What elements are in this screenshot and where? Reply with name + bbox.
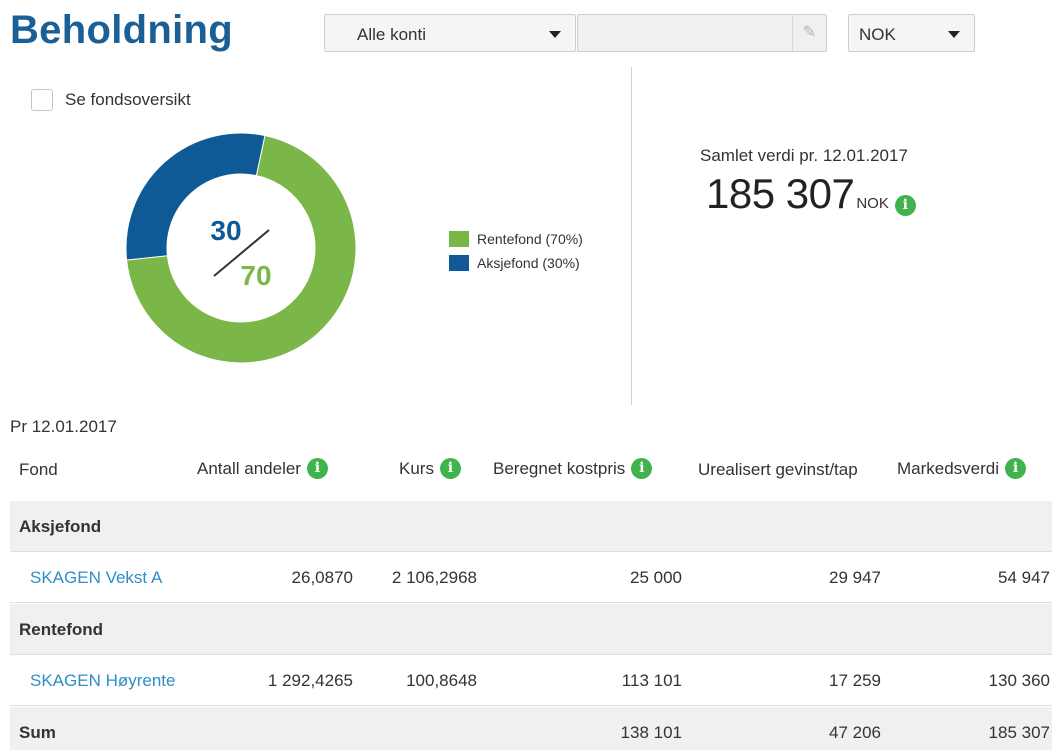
legend-item-rentefond: Rentefond (70%) xyxy=(449,227,583,251)
chevron-down-icon xyxy=(549,31,561,38)
donut-slice-aksjefond xyxy=(126,133,266,261)
legend-swatch xyxy=(449,231,469,247)
cell-cost: 25 000 xyxy=(630,568,682,587)
cell-units: 26,0870 xyxy=(291,568,353,587)
chart-legend: Rentefond (70%) Aksjefond (30%) xyxy=(449,227,583,275)
header-fund-label: Fond xyxy=(19,460,58,479)
account-select-value: Alle konti xyxy=(357,25,426,44)
sum-market: 185 307 xyxy=(988,723,1050,742)
legend-label: Rentefond (70%) xyxy=(477,231,583,247)
total-value-label: Samlet verdi pr. 12.01.2017 xyxy=(700,146,908,165)
page-title: Beholdning xyxy=(10,8,233,52)
legend-item-aksjefond: Aksjefond (30%) xyxy=(449,251,583,275)
cell-cost: 113 101 xyxy=(621,671,682,690)
total-value-amount: 185 307 xyxy=(706,170,855,217)
table-sum-row: Sum 138 101 47 206 185 307 xyxy=(10,707,1052,750)
fund-link[interactable]: SKAGEN Høyrente xyxy=(30,671,176,691)
header-units: Antall andeler i xyxy=(197,458,328,479)
chevron-down-icon xyxy=(948,31,960,38)
account-select[interactable]: Alle konti xyxy=(324,14,576,52)
group-name: Aksjefond xyxy=(19,517,102,536)
header-cost: Beregnet kostpris i xyxy=(493,458,653,479)
donut-center-top: 30 xyxy=(210,215,241,246)
sum-label: Sum xyxy=(19,723,56,742)
table-row: SKAGEN Vekst A 26,0870 2 106,2968 25 000… xyxy=(10,552,1052,603)
pencil-icon[interactable]: ✎ xyxy=(792,15,826,51)
header-cost-label: Beregnet kostpris xyxy=(493,458,626,478)
table-header: Fond Antall andeler i Kurs i Beregnet kost… xyxy=(10,452,1052,492)
sum-gain: 47 206 xyxy=(829,723,881,742)
donut-slices xyxy=(126,133,356,363)
cell-gain: 29 947 xyxy=(829,568,881,587)
currency-select[interactable]: NOK xyxy=(848,14,975,52)
fund-overview-checkbox[interactable] xyxy=(31,89,53,111)
table-row: SKAGEN Høyrente 1 292,4265 100,8648 113 … xyxy=(10,655,1052,706)
donut-center-bottom: 70 xyxy=(240,260,271,291)
cell-price: 100,8648 xyxy=(406,671,477,690)
cell-gain: 17 259 xyxy=(829,671,881,690)
info-icon[interactable]: i xyxy=(631,458,653,479)
header-price: Kurs i xyxy=(399,458,461,479)
header-fund: Fond xyxy=(19,460,58,480)
currency-select-value: NOK xyxy=(859,25,896,44)
fund-overview-toggle[interactable]: Se fondsoversikt xyxy=(31,89,191,111)
cell-price: 2 106,2968 xyxy=(391,568,477,587)
info-icon[interactable]: i xyxy=(306,458,328,479)
header-market: Markedsverdi i xyxy=(897,458,1027,479)
cell-market: 130 360 xyxy=(988,671,1050,690)
total-value-currency: NOK xyxy=(856,195,889,212)
header-gain-label: Urealisert gevinst/tap xyxy=(698,460,858,479)
cell-units: 1 292,4265 xyxy=(267,671,353,690)
legend-swatch xyxy=(449,255,469,271)
cell-market: 54 947 xyxy=(998,568,1050,587)
info-icon[interactable]: i xyxy=(1005,458,1027,479)
account-name-input[interactable]: ✎ xyxy=(577,14,827,52)
info-icon[interactable]: i xyxy=(439,458,461,479)
total-value: 185 307 NOK i xyxy=(706,170,916,218)
sum-cost: 138 101 xyxy=(620,723,682,742)
table-group-row: Aksjefond xyxy=(10,501,1052,552)
info-icon[interactable]: i xyxy=(894,195,916,216)
fund-link[interactable]: SKAGEN Vekst A xyxy=(30,568,162,588)
legend-label: Aksjefond (30%) xyxy=(477,255,580,271)
section-divider xyxy=(631,67,632,405)
header-units-label: Antall andeler xyxy=(197,458,301,478)
table-group-row: Rentefond xyxy=(10,604,1052,655)
header-gain: Urealisert gevinst/tap xyxy=(698,460,858,480)
header-market-label: Markedsverdi xyxy=(897,458,1000,478)
as-of-date: Pr 12.01.2017 xyxy=(10,417,117,436)
allocation-donut-chart: 30 70 xyxy=(126,133,356,363)
fund-overview-label: Se fondsoversikt xyxy=(65,90,191,109)
group-name: Rentefond xyxy=(19,620,104,639)
header-price-label: Kurs xyxy=(399,458,434,478)
